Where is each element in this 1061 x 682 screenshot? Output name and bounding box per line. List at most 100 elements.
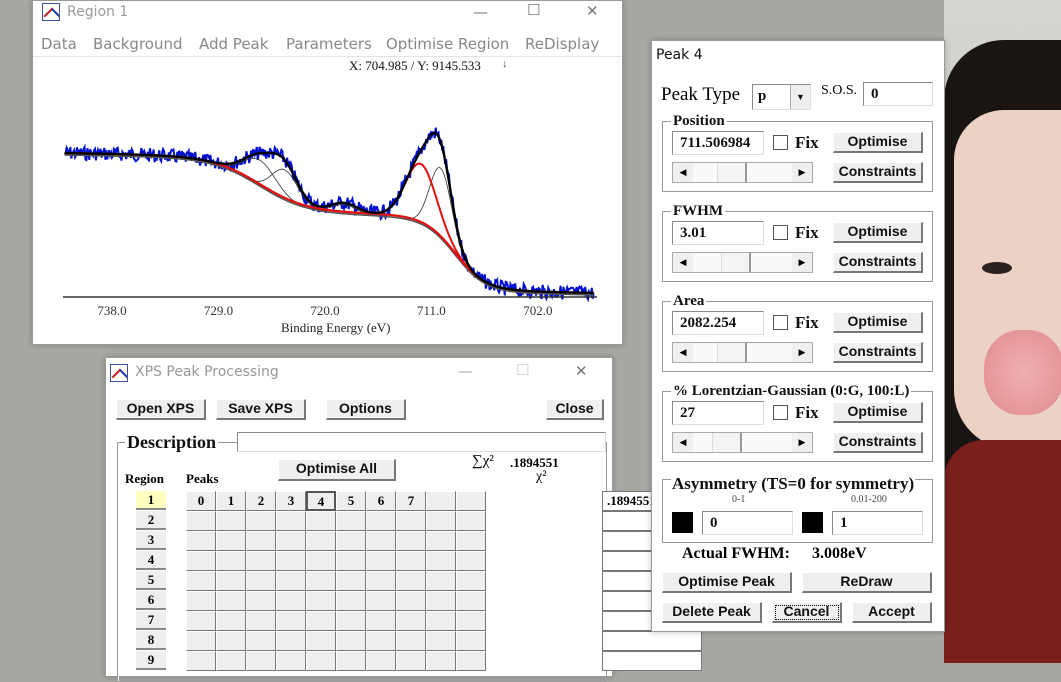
slider-thumb[interactable] bbox=[711, 433, 742, 452]
grid-cell[interactable] bbox=[336, 631, 366, 651]
region-button-8[interactable]: 8 bbox=[136, 631, 166, 650]
fix-checkbox[interactable] bbox=[773, 405, 788, 420]
grid-cell[interactable] bbox=[306, 611, 336, 631]
grid-cell[interactable] bbox=[246, 611, 276, 631]
optimise-peak-button[interactable]: Optimise Peak bbox=[662, 572, 792, 593]
constraints-button[interactable]: Constraints bbox=[833, 252, 923, 273]
grid-cell[interactable] bbox=[306, 571, 336, 591]
grid-cell[interactable] bbox=[186, 571, 216, 591]
param-value-input[interactable]: 27 bbox=[672, 401, 764, 425]
grid-cell[interactable] bbox=[216, 571, 246, 591]
peak-header-7[interactable]: 7 bbox=[396, 491, 426, 511]
grid-cell[interactable] bbox=[186, 651, 216, 671]
grid-cell[interactable] bbox=[216, 631, 246, 651]
peak-type-select[interactable]: p ▼ bbox=[752, 84, 811, 110]
scroll-left-icon[interactable]: ◀ bbox=[673, 253, 693, 272]
grid-cell[interactable] bbox=[426, 531, 456, 551]
grid-cell[interactable] bbox=[186, 551, 216, 571]
peak-header-1[interactable]: 1 bbox=[216, 491, 246, 511]
grid-cell[interactable] bbox=[396, 551, 426, 571]
grid-cell[interactable] bbox=[306, 591, 336, 611]
grid-cell[interactable] bbox=[456, 551, 486, 571]
grid-cell[interactable] bbox=[426, 651, 456, 671]
scroll-left-icon[interactable]: ◀ bbox=[673, 343, 693, 362]
grid-cell[interactable] bbox=[426, 571, 456, 591]
grid-cell[interactable] bbox=[246, 591, 276, 611]
peak-header-0[interactable]: 0 bbox=[186, 491, 216, 511]
grid-cell[interactable] bbox=[306, 531, 336, 551]
grid-cell[interactable] bbox=[336, 651, 366, 671]
grid-cell[interactable] bbox=[426, 511, 456, 531]
grid-cell[interactable] bbox=[306, 631, 336, 651]
grid-cell[interactable] bbox=[396, 511, 426, 531]
grid-cell[interactable] bbox=[246, 531, 276, 551]
grid-cell[interactable] bbox=[336, 611, 366, 631]
grid-cell[interactable] bbox=[276, 551, 306, 571]
grid-cell[interactable] bbox=[456, 611, 486, 631]
minimize-button[interactable]: — bbox=[458, 362, 473, 380]
fix-checkbox[interactable] bbox=[773, 225, 788, 240]
grid-cell[interactable] bbox=[366, 571, 396, 591]
save-xps-button[interactable]: Save XPS bbox=[216, 399, 306, 420]
grid-cell[interactable] bbox=[396, 571, 426, 591]
optimise-all-button[interactable]: Optimise All bbox=[278, 459, 396, 481]
grid-cell[interactable] bbox=[276, 531, 306, 551]
grid-cell[interactable] bbox=[366, 511, 396, 531]
grid-cell[interactable] bbox=[186, 611, 216, 631]
peak-header-4[interactable]: 4 bbox=[306, 491, 336, 511]
scroll-right-icon[interactable]: ▶ bbox=[792, 433, 812, 452]
fix-checkbox[interactable] bbox=[773, 315, 788, 330]
region-button-5[interactable]: 5 bbox=[136, 571, 166, 590]
region-button-4[interactable]: 4 bbox=[136, 551, 166, 570]
grid-cell[interactable] bbox=[246, 631, 276, 651]
grid-cell[interactable] bbox=[396, 651, 426, 671]
grid-cell[interactable] bbox=[426, 611, 456, 631]
optimise-button[interactable]: Optimise bbox=[833, 402, 923, 423]
spectrum-plot[interactable]: 738.0 729.0 720.0 711.0 702.0 bbox=[33, 1, 624, 346]
grid-cell[interactable] bbox=[336, 591, 366, 611]
grid-cell[interactable] bbox=[276, 571, 306, 591]
grid-cell[interactable] bbox=[366, 631, 396, 651]
grid-cell[interactable] bbox=[216, 551, 246, 571]
grid-cell[interactable] bbox=[456, 511, 486, 531]
region-button-6[interactable]: 6 bbox=[136, 591, 166, 610]
grid-cell[interactable] bbox=[306, 511, 336, 531]
peak-header-6[interactable]: 6 bbox=[366, 491, 396, 511]
slider-thumb[interactable] bbox=[717, 163, 748, 182]
close-button[interactable]: ✕ bbox=[575, 362, 588, 380]
grid-cell[interactable] bbox=[246, 571, 276, 591]
peak-header-3[interactable]: 3 bbox=[276, 491, 306, 511]
grid-cell[interactable] bbox=[246, 551, 276, 571]
grid-cell[interactable] bbox=[426, 551, 456, 571]
param-value-input[interactable]: 3.01 bbox=[672, 221, 764, 245]
peak-header-8[interactable] bbox=[426, 491, 456, 511]
grid-cell[interactable] bbox=[336, 571, 366, 591]
grid-cell[interactable] bbox=[276, 651, 306, 671]
grid-cell[interactable] bbox=[306, 551, 336, 571]
grid-cell[interactable] bbox=[396, 591, 426, 611]
grid-cell[interactable] bbox=[186, 631, 216, 651]
scroll-right-icon[interactable]: ▶ bbox=[792, 163, 812, 182]
constraints-button[interactable]: Constraints bbox=[833, 432, 923, 453]
peak-header-2[interactable]: 2 bbox=[246, 491, 276, 511]
chevron-down-icon[interactable]: ▼ bbox=[790, 85, 810, 109]
grid-cell[interactable] bbox=[216, 511, 246, 531]
peak-header-5[interactable]: 5 bbox=[336, 491, 366, 511]
param-slider[interactable]: ◀ ▶ bbox=[672, 252, 813, 273]
grid-cell[interactable] bbox=[366, 591, 396, 611]
grid-cell[interactable] bbox=[306, 651, 336, 671]
grid-cell[interactable] bbox=[456, 631, 486, 651]
param-slider[interactable]: ◀ ▶ bbox=[672, 162, 813, 183]
delete-peak-button[interactable]: Delete Peak bbox=[662, 602, 762, 623]
close-app-button[interactable]: Close bbox=[546, 399, 604, 420]
open-xps-button[interactable]: Open XPS bbox=[116, 399, 206, 420]
grid-cell[interactable] bbox=[276, 511, 306, 531]
maximize-button[interactable]: ☐ bbox=[516, 361, 529, 379]
grid-cell[interactable] bbox=[336, 511, 366, 531]
grid-cell[interactable] bbox=[216, 651, 246, 671]
constraints-button[interactable]: Constraints bbox=[833, 342, 923, 363]
grid-cell[interactable] bbox=[366, 551, 396, 571]
grid-cell[interactable] bbox=[426, 591, 456, 611]
redraw-button[interactable]: ReDraw bbox=[802, 572, 932, 593]
grid-cell[interactable] bbox=[246, 651, 276, 671]
